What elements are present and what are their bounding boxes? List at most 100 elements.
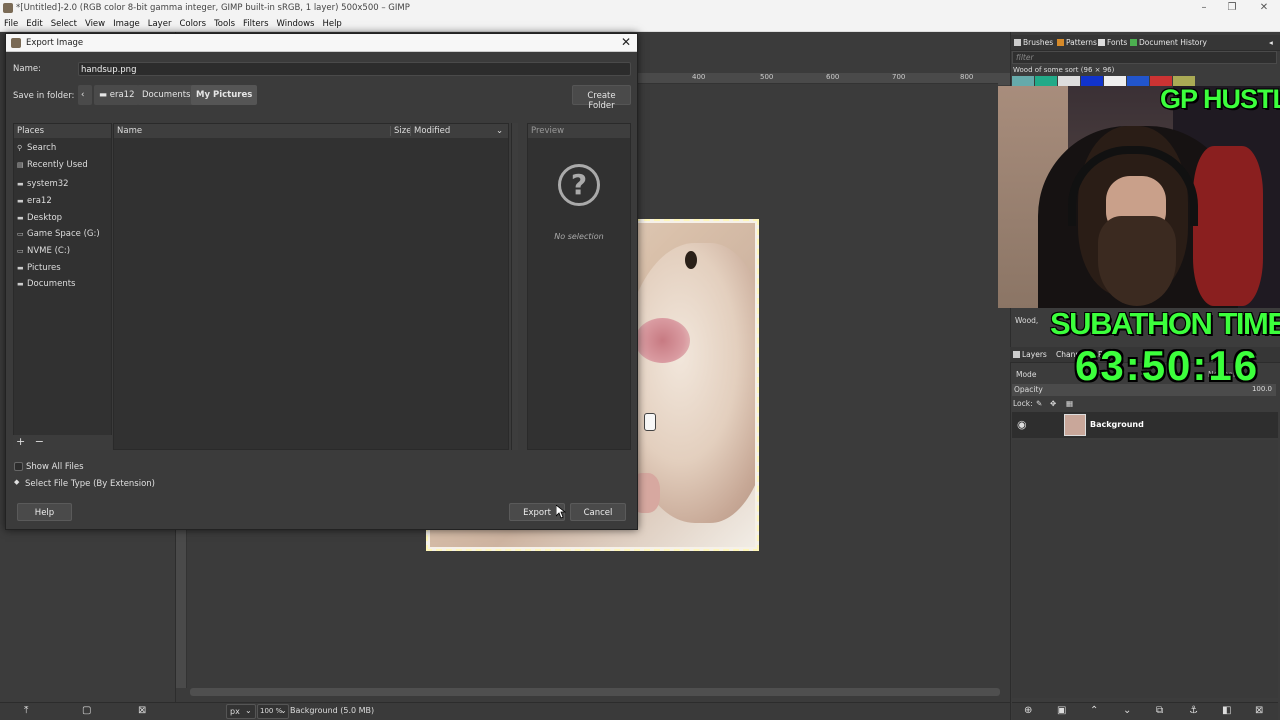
file-list[interactable]: Name Size Modified ⌄ — [113, 123, 509, 450]
lower-layer-icon[interactable]: ⌄ — [1123, 705, 1131, 716]
breadcrumb-back-button[interactable]: ‹ — [78, 85, 92, 105]
place-documents[interactable]: ▬ Documents — [14, 277, 111, 293]
menu-windows[interactable]: Windows — [273, 16, 319, 31]
breadcrumb-era12[interactable]: ▬ era12 — [94, 85, 140, 105]
brush-icon — [1014, 39, 1021, 46]
column-name[interactable]: Name — [117, 126, 142, 136]
brushes-tabstrip: Brushes Patterns Fonts Document History … — [1011, 35, 1280, 51]
lock-alpha-icon[interactable]: ▦ — [1066, 399, 1073, 408]
hamster-eye — [685, 251, 697, 269]
ruler-tick-label: 500 — [760, 73, 774, 81]
streamer-beard — [1098, 216, 1176, 306]
place-recently-used[interactable]: ▤ Recently Used — [14, 158, 111, 174]
place-game-space[interactable]: ▭ Game Space (G:) — [14, 227, 111, 243]
place-search[interactable]: ⚲ Search — [14, 141, 111, 157]
menu-help[interactable]: Help — [318, 16, 345, 31]
menu-view[interactable]: View — [81, 16, 109, 31]
navigate-icon[interactable] — [998, 73, 1010, 85]
cancel-button[interactable]: Cancel — [570, 503, 626, 521]
maximize-button[interactable]: ❐ — [1218, 0, 1246, 16]
mask-icon[interactable]: ◧ — [1222, 705, 1231, 716]
menu-filters[interactable]: Filters — [239, 16, 272, 31]
layer-name: Background — [1090, 420, 1144, 429]
chevron-down-icon: ⌄ — [245, 706, 252, 715]
anchor-layer-icon[interactable]: ⚓ — [1189, 705, 1198, 716]
tab-document-history[interactable]: Document History — [1130, 38, 1207, 47]
history-icon — [1130, 39, 1137, 46]
menu-tools[interactable]: Tools — [210, 16, 239, 31]
raise-layer-icon[interactable]: ⌃ — [1090, 705, 1098, 716]
delete-layer-icon[interactable]: ⊠ — [1255, 705, 1263, 716]
place-nvme[interactable]: ▭ NVME (C:) — [14, 244, 111, 260]
expander-arrow-icon[interactable]: ◆ — [14, 478, 19, 486]
breadcrumb-documents[interactable]: Documents — [137, 85, 196, 105]
place-desktop[interactable]: ▬ Desktop — [14, 211, 111, 227]
tab-layers[interactable]: Layers — [1013, 350, 1047, 359]
show-all-files-label[interactable]: Show All Files — [26, 462, 84, 472]
filter-placeholder: filter — [1016, 53, 1034, 62]
visibility-eye-icon[interactable]: ◉ — [1017, 418, 1027, 431]
unit-select[interactable]: px ⌄ — [226, 704, 256, 719]
export-to-icon[interactable]: ⤒ — [24, 705, 28, 716]
minimize-button[interactable]: – — [1190, 0, 1218, 16]
menu-image[interactable]: Image — [109, 16, 144, 31]
chevron-down-icon[interactable]: ⌄ — [496, 126, 503, 136]
place-pictures[interactable]: ▬ Pictures — [14, 261, 111, 277]
menu-colors[interactable]: Colors — [175, 16, 210, 31]
webcam-overlay — [998, 86, 1280, 308]
tab-menu-icon[interactable]: ◂ — [1269, 38, 1273, 47]
tab-patterns[interactable]: Patterns — [1057, 38, 1097, 47]
filename-input[interactable]: handsup.png — [78, 62, 631, 76]
column-size[interactable]: Size — [390, 126, 411, 136]
close-window-button[interactable]: ✕ — [1250, 0, 1278, 16]
place-era12[interactable]: ▬ era12 — [14, 194, 111, 210]
layer-item-background[interactable]: ◉ Background — [1012, 412, 1278, 438]
gimp-app-icon — [3, 3, 13, 13]
folder-icon: ▬ — [99, 90, 110, 100]
question-mark-icon: ? — [558, 164, 600, 206]
layers-list — [1012, 440, 1278, 698]
horizontal-scrollbar[interactable] — [190, 688, 1000, 696]
search-icon: ⚲ — [17, 144, 23, 152]
menu-select[interactable]: Select — [47, 16, 81, 31]
breadcrumb-my-pictures[interactable]: My Pictures — [191, 85, 258, 105]
tab-brushes[interactable]: Brushes — [1014, 38, 1053, 47]
tab-fonts[interactable]: Fonts — [1098, 38, 1127, 47]
clock-icon: ▤ — [17, 161, 24, 169]
add-bookmark-icon[interactable]: + — [16, 435, 25, 448]
preview-pane: Preview ? No selection — [527, 123, 631, 450]
place-system32[interactable]: ▬ system32 — [14, 177, 111, 193]
select-file-type-expander[interactable]: Select File Type (By Extension) — [25, 479, 155, 489]
zoom-select[interactable]: 100 % ⌄ — [257, 704, 289, 719]
menu-file[interactable]: File — [0, 16, 22, 31]
preview-header: Preview — [528, 124, 630, 138]
column-modified[interactable]: Modified — [410, 126, 450, 136]
ruler-tick-label: 800 — [960, 73, 974, 81]
folder-icon: ▬ — [17, 214, 24, 222]
layers-toolbar: ⊕ ▣ ⌃ ⌄ ⧉ ⚓ ◧ ⊠ — [1012, 702, 1278, 720]
ruler-tick-label: 400 — [692, 73, 706, 81]
help-button[interactable]: Help — [17, 503, 72, 521]
brush-filter-input[interactable]: filter — [1012, 51, 1277, 64]
duplicate-layer-icon[interactable]: ⧉ — [1156, 705, 1163, 716]
create-folder-button[interactable]: Create Folder — [572, 85, 631, 111]
menu-layer[interactable]: Layer — [144, 16, 176, 31]
lock-pixels-icon[interactable]: ✎ — [1036, 399, 1042, 408]
close-icon[interactable]: ✕ — [621, 35, 631, 49]
vertical-ruler[interactable] — [176, 530, 187, 688]
remove-bookmark-icon[interactable]: − — [35, 435, 44, 448]
hamster-mouth — [644, 413, 656, 431]
horizontal-ruler[interactable]: 400 500 600 700 800 — [630, 73, 1002, 84]
opacity-label: Opacity — [1014, 385, 1043, 394]
file-list-scrollbar[interactable] — [511, 123, 518, 450]
delete-icon[interactable]: ⊠ — [138, 705, 146, 716]
new-layer-icon[interactable]: ⊕ — [1024, 705, 1032, 716]
window-title: *[Untitled]-2.0 (RGB color 8-bit gamma i… — [16, 3, 410, 13]
show-all-files-checkbox[interactable] — [14, 462, 23, 471]
menu-edit[interactable]: Edit — [22, 16, 46, 31]
lock-position-icon[interactable]: ✥ — [1050, 399, 1056, 408]
new-group-icon[interactable]: ▣ — [1057, 705, 1066, 716]
lock-label: Lock: — [1013, 399, 1033, 408]
chevron-down-icon: ⌄ — [280, 706, 287, 715]
new-image-icon[interactable]: ▢ — [82, 705, 91, 716]
